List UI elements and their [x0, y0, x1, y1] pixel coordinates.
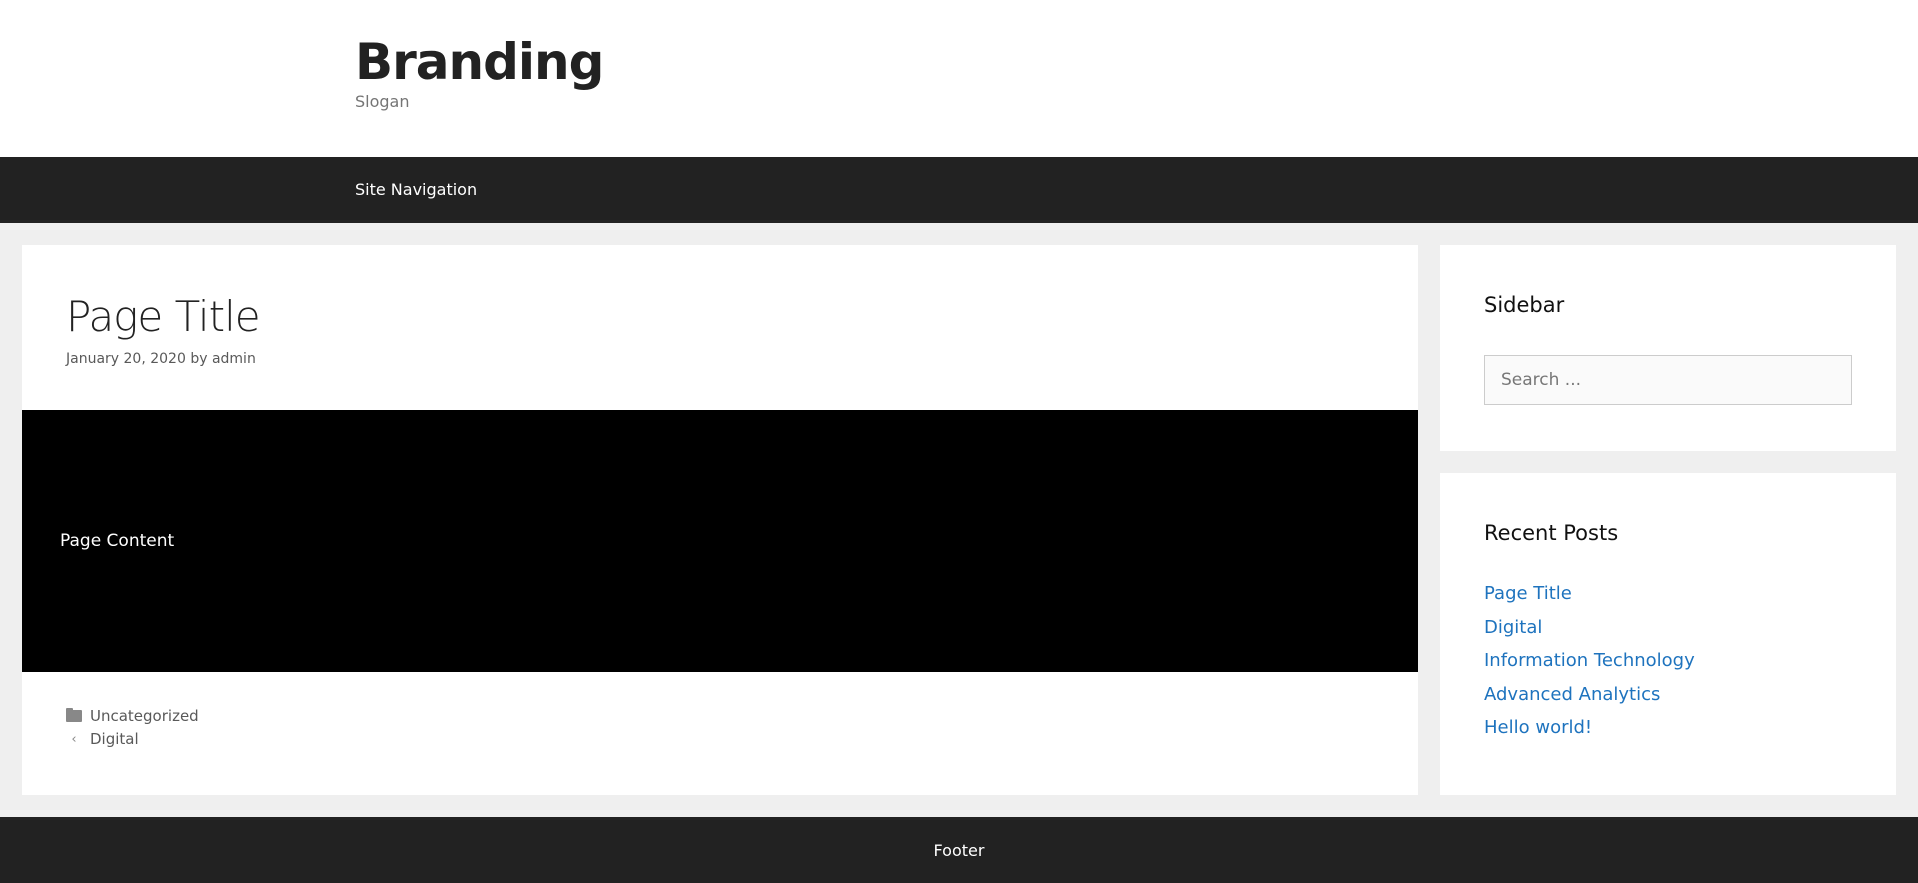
page-content-text: Page Content — [60, 531, 175, 551]
by-label: by — [190, 351, 208, 367]
recent-posts-title: Recent Posts — [1484, 521, 1619, 545]
list-item: Digital — [1484, 617, 1695, 651]
recent-posts-list: Page Title Digital Information Technolog… — [1484, 583, 1695, 751]
site-footer: Footer — [0, 817, 1918, 883]
page-content: Page Content — [22, 410, 1418, 672]
recent-post-link[interactable]: Page Title — [1484, 583, 1572, 604]
site-branding[interactable]: Branding — [355, 30, 604, 94]
recent-posts-widget: Recent Posts Page Title Digital Informat… — [1440, 473, 1896, 795]
list-item: Information Technology — [1484, 650, 1695, 684]
nav-item[interactable]: Site Navigation — [355, 180, 477, 199]
site-slogan: Slogan — [355, 92, 410, 111]
folder-icon — [66, 708, 82, 722]
previous-post: ‹ Digital — [66, 730, 139, 748]
list-item: Advanced Analytics — [1484, 684, 1695, 718]
category-link[interactable]: Uncategorized — [90, 707, 199, 725]
sidebar-search-widget: Sidebar — [1440, 245, 1896, 451]
article: Page Title January 20, 2020 by admin Pag… — [22, 245, 1418, 795]
list-item: Page Title — [1484, 583, 1695, 617]
search-input[interactable] — [1484, 355, 1852, 405]
list-item: Hello world! — [1484, 717, 1695, 751]
recent-post-link[interactable]: Digital — [1484, 617, 1542, 638]
site-navigation: Site Navigation — [0, 157, 1918, 223]
page-title: Page Title — [66, 292, 261, 341]
post-meta: January 20, 2020 by admin — [66, 351, 256, 367]
recent-post-link[interactable]: Advanced Analytics — [1484, 684, 1660, 705]
chevron-left-icon: ‹ — [71, 731, 77, 747]
footer-text: Footer — [933, 841, 985, 860]
previous-post-link[interactable]: Digital — [90, 730, 139, 748]
post-date[interactable]: January 20, 2020 — [66, 351, 186, 367]
post-author[interactable]: admin — [212, 351, 256, 367]
site-header: Branding Slogan — [0, 0, 1918, 157]
recent-post-link[interactable]: Hello world! — [1484, 717, 1592, 738]
recent-post-link[interactable]: Information Technology — [1484, 650, 1695, 671]
post-category: Uncategorized — [66, 707, 199, 725]
widget-title: Sidebar — [1484, 293, 1565, 317]
